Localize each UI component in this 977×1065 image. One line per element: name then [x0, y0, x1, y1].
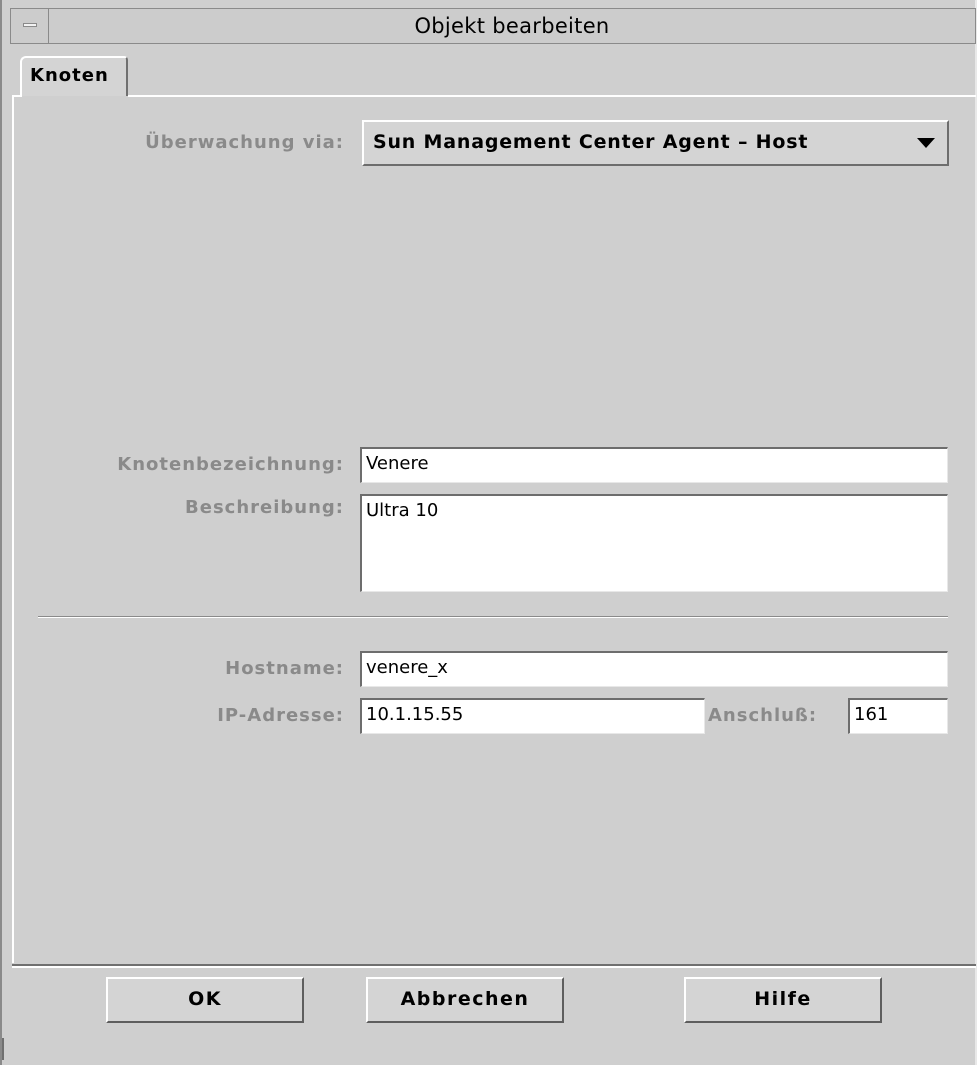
node-name-label: Knotenbezeichnung:: [117, 454, 344, 475]
hostname-field[interactable]: venere_x: [360, 651, 948, 687]
monitoring-select-value: Sun Management Center Agent – Host: [373, 131, 809, 153]
monitoring-label: Überwachung via:: [145, 132, 344, 153]
description-label: Beschreibung:: [185, 497, 344, 518]
help-button[interactable]: Hilfe: [684, 977, 882, 1023]
chevron-down-icon: [917, 138, 935, 148]
description-field[interactable]: Ultra 10: [360, 494, 948, 592]
ip-address-field[interactable]: 10.1.15.55: [360, 698, 705, 734]
ok-button[interactable]: OK: [106, 977, 304, 1023]
title-bar[interactable]: Objekt bearbeiten: [10, 8, 976, 44]
window-menu-button[interactable]: [11, 9, 49, 43]
monitoring-select[interactable]: Sun Management Center Agent – Host: [362, 120, 949, 166]
ip-address-label: IP-Adresse:: [217, 705, 344, 726]
window-frame-edge: [2, 1038, 4, 1060]
button-bar-separator: [12, 966, 976, 968]
node-name-field[interactable]: Venere: [360, 447, 948, 483]
separator: [38, 617, 948, 618]
edit-object-dialog: Objekt bearbeiten Knoten Überwachung via…: [0, 0, 977, 1065]
window-title: Objekt bearbeiten: [414, 14, 610, 38]
window-menu-icon: [23, 23, 37, 27]
tab-knoten[interactable]: Knoten: [20, 56, 128, 96]
port-label: Anschluß:: [708, 705, 818, 726]
cancel-button[interactable]: Abbrechen: [366, 977, 564, 1023]
hostname-label: Hostname:: [225, 658, 344, 679]
port-field[interactable]: 161: [848, 698, 948, 734]
